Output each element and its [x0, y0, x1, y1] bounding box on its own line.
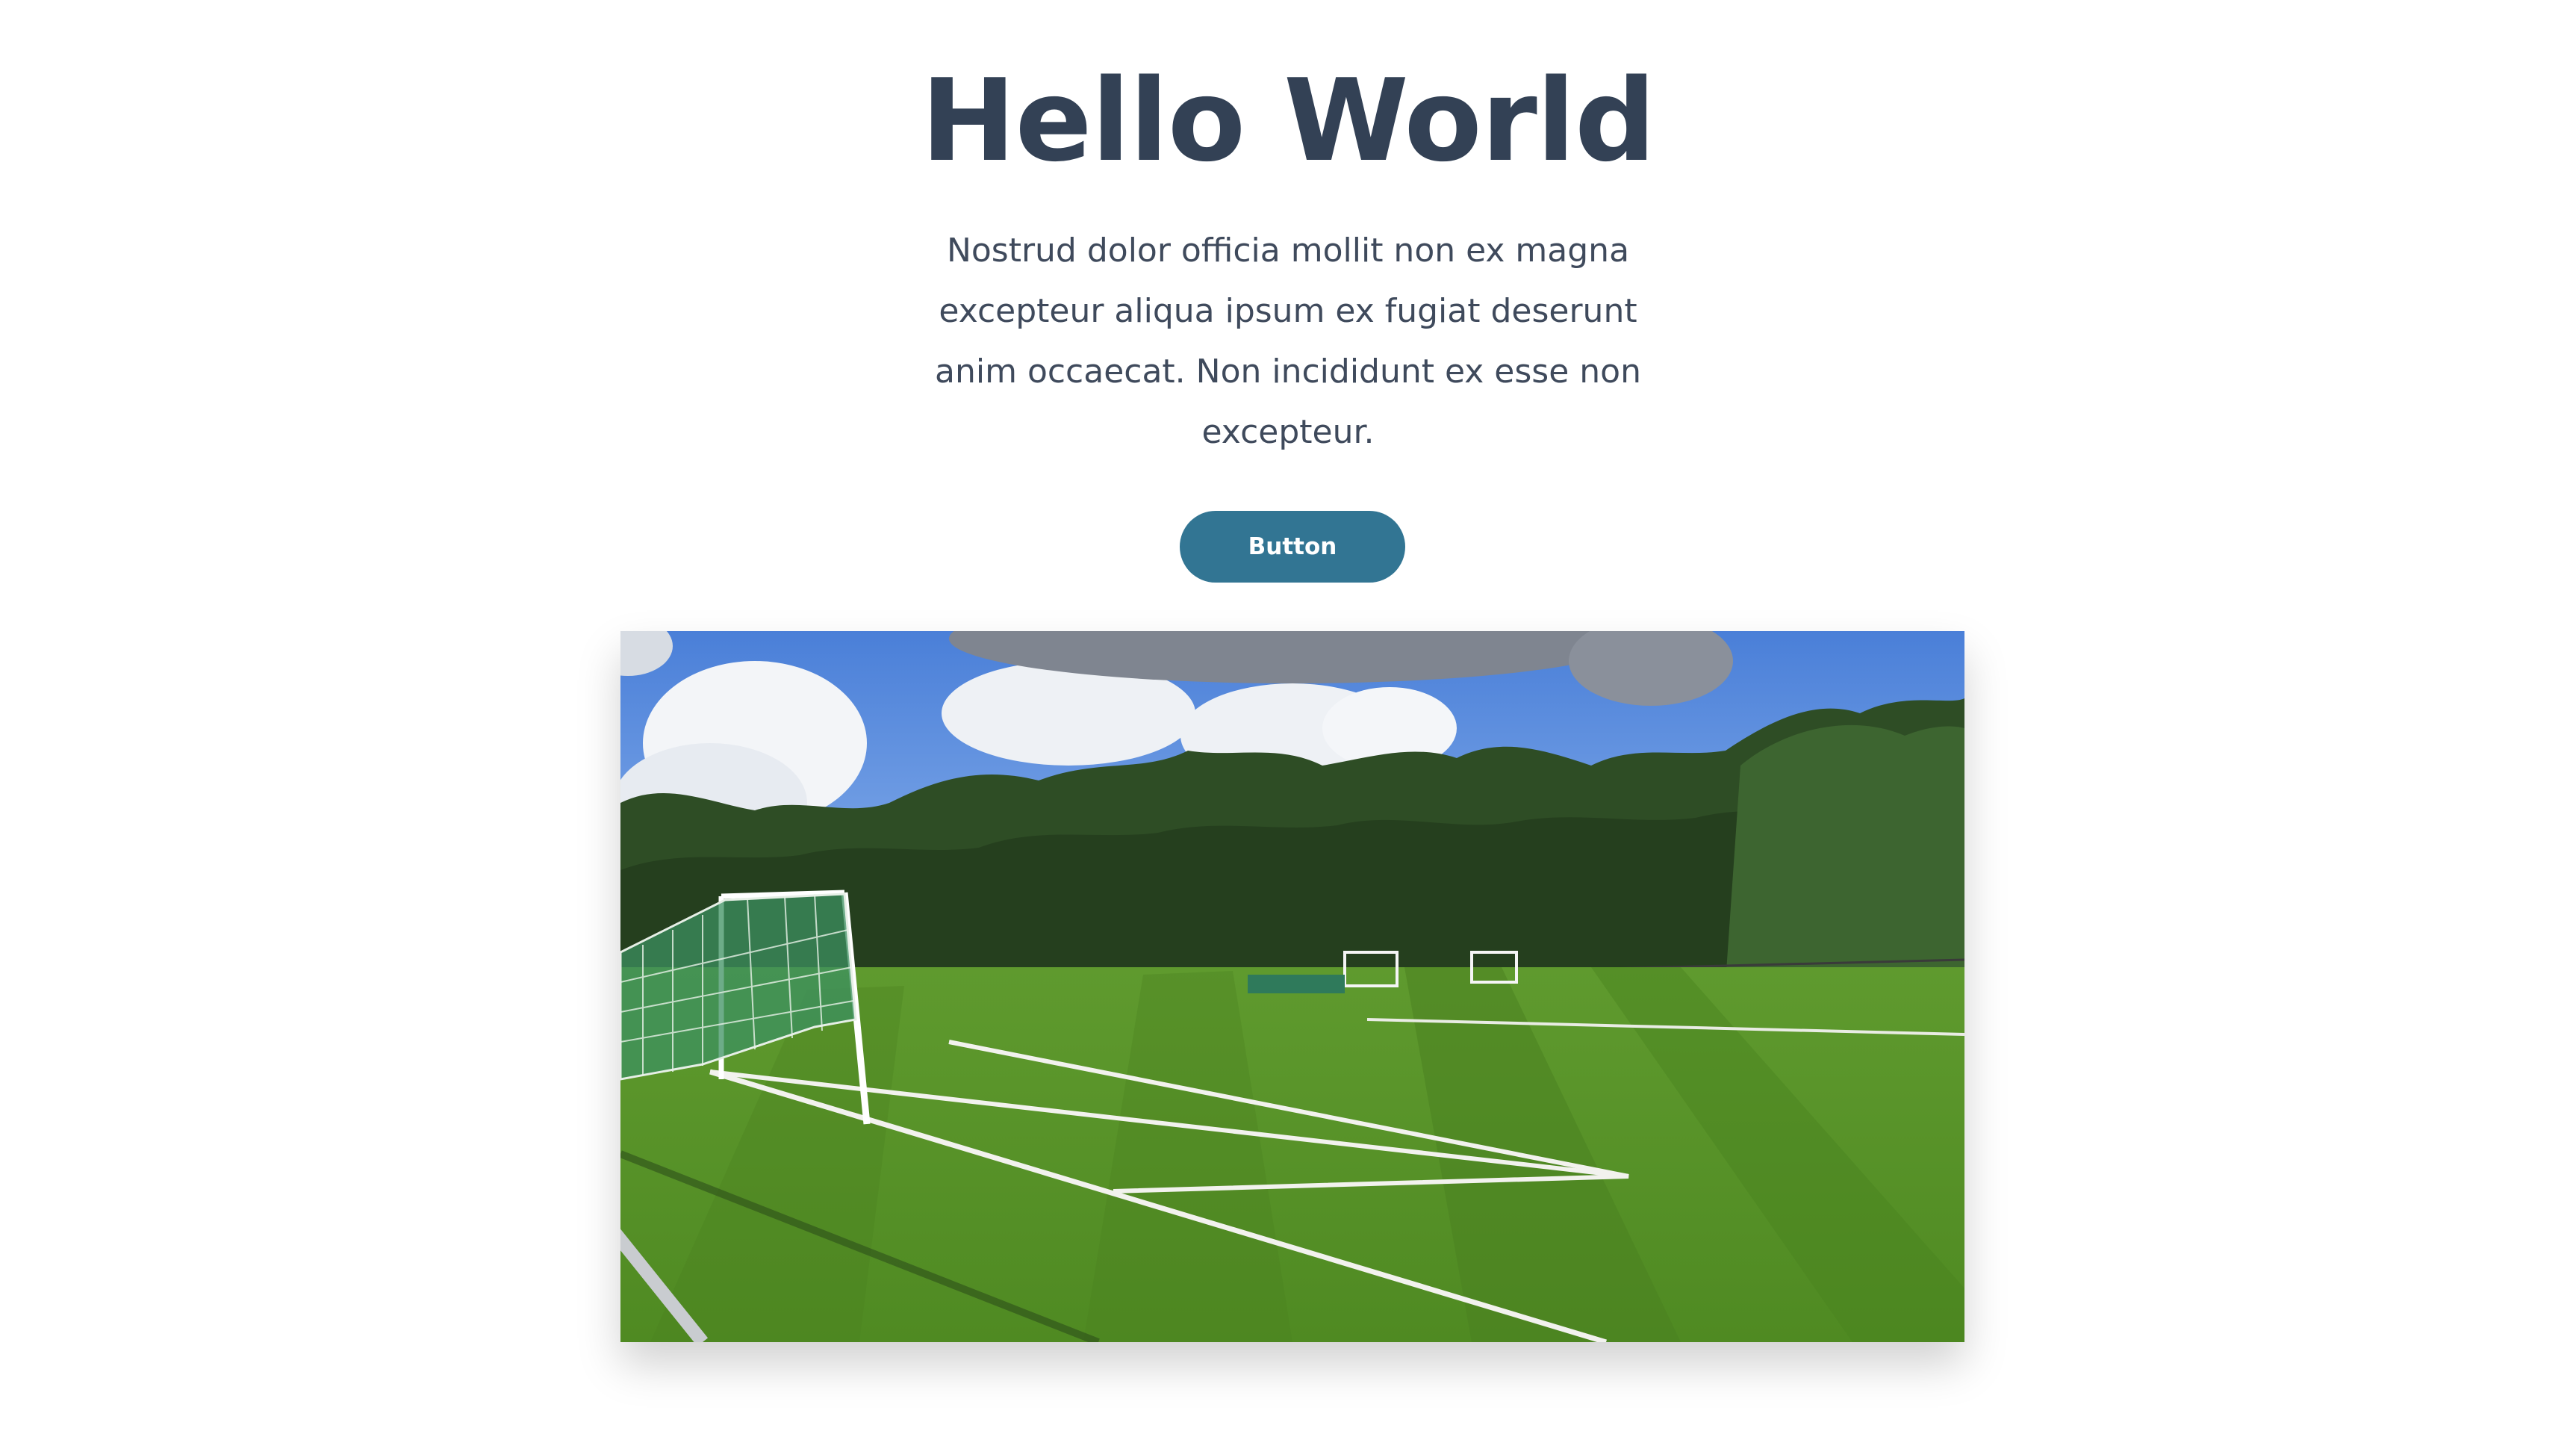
page-title: Hello World: [921, 55, 1655, 187]
page: Hello World Nostrud dolor officia mollit…: [0, 0, 2576, 1434]
hero-description: Nostrud dolor officia mollit non ex magn…: [935, 232, 1641, 451]
cta-button[interactable]: Button: [1180, 511, 1405, 583]
hero-image: [620, 631, 1964, 1342]
soccer-field-photo: [620, 631, 1964, 1342]
